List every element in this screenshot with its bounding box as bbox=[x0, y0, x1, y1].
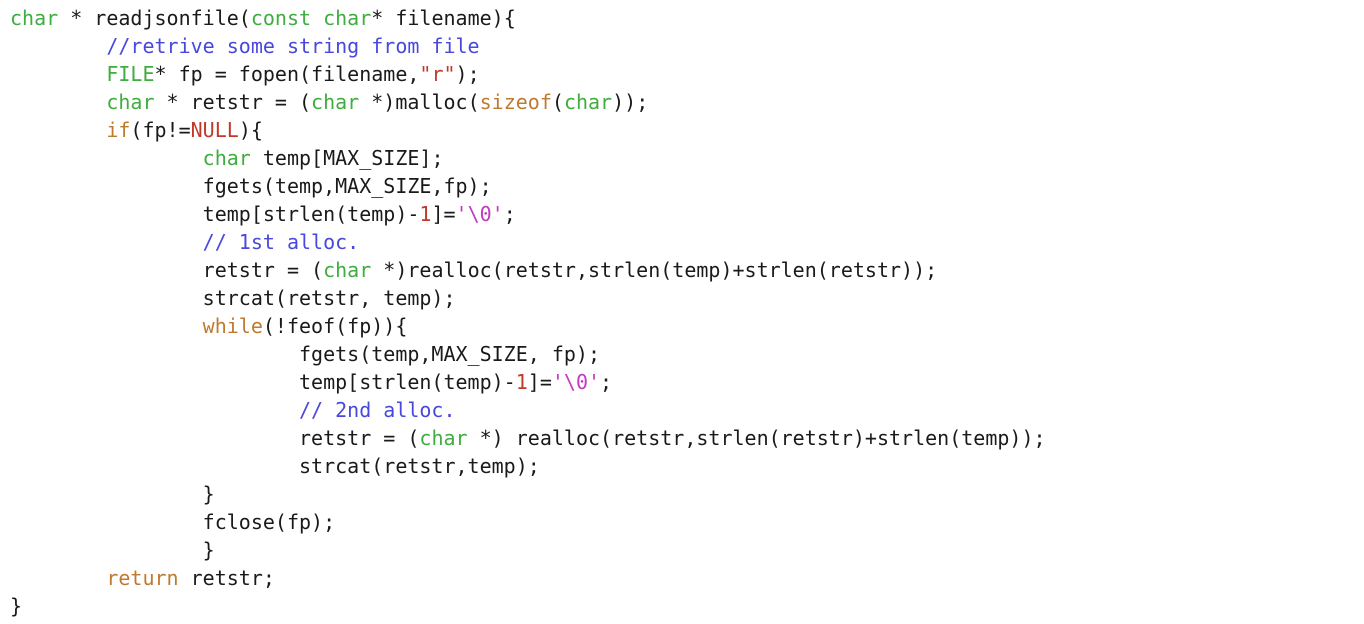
code-line: fgets(temp,MAX_SIZE, fp); bbox=[10, 340, 1364, 368]
code-line: temp[strlen(temp)-1]='\0'; bbox=[10, 200, 1364, 228]
code-text: ]= bbox=[431, 202, 456, 226]
code-text: } bbox=[10, 538, 215, 562]
constant: NULL bbox=[190, 118, 239, 142]
char-literal: '\0' bbox=[455, 202, 504, 226]
code-line: FILE* fp = fopen(filename,"r"); bbox=[10, 60, 1364, 88]
code-editor[interactable]: char * readjsonfile(const char* filename… bbox=[10, 4, 1364, 624]
code-text: ){ bbox=[238, 118, 263, 142]
code-text: ); bbox=[455, 62, 480, 86]
code-text: strcat(retstr,temp); bbox=[10, 454, 540, 478]
code-text: * filename){ bbox=[371, 6, 516, 30]
code-text: *)realloc(retstr,strlen(temp)+strlen(ret… bbox=[371, 258, 938, 282]
code-line: return retstr; bbox=[10, 564, 1364, 592]
code-text: *) realloc(retstr,strlen(retstr)+strlen(… bbox=[467, 426, 1046, 450]
code-text: * retstr = ( bbox=[154, 90, 312, 114]
code-text: fclose(fp); bbox=[10, 510, 336, 534]
control-keyword: while bbox=[202, 314, 263, 338]
code-text: * readjsonfile( bbox=[58, 6, 251, 30]
type-keyword: char bbox=[202, 146, 251, 170]
code-line: strcat(retstr, temp); bbox=[10, 284, 1364, 312]
control-keyword: sizeof bbox=[479, 90, 552, 114]
code-line: while(!feof(fp)){ bbox=[10, 312, 1364, 340]
code-text: (!feof(fp)){ bbox=[262, 314, 408, 338]
code-line: } bbox=[10, 592, 1364, 620]
control-keyword: if bbox=[106, 118, 131, 142]
type-keyword: char bbox=[563, 90, 613, 114]
number-literal: 1 bbox=[515, 370, 528, 394]
string-literal: "r" bbox=[419, 62, 456, 86]
control-keyword: return bbox=[106, 566, 179, 590]
code-text: ; bbox=[600, 370, 613, 394]
code-line: temp[strlen(temp)-1]='\0'; bbox=[10, 368, 1364, 396]
code-line: char * retstr = (char *)malloc(sizeof(ch… bbox=[10, 88, 1364, 116]
type-keyword: char bbox=[10, 6, 59, 30]
code-text: } bbox=[10, 594, 23, 618]
code-line: } bbox=[10, 536, 1364, 564]
code-text: fgets(temp,MAX_SIZE, fp); bbox=[10, 342, 601, 366]
code-text: retstr = ( bbox=[10, 258, 324, 282]
code-line: strcat(retstr,temp); bbox=[10, 452, 1364, 480]
code-text: )); bbox=[612, 90, 649, 114]
code-line: fgets(temp,MAX_SIZE,fp); bbox=[10, 172, 1364, 200]
code-line: char * readjsonfile(const char* filename… bbox=[10, 4, 1364, 32]
code-line: // 1st alloc. bbox=[10, 228, 1364, 256]
code-text: ; bbox=[503, 202, 516, 226]
code-text: ]= bbox=[527, 370, 552, 394]
code-text: retstr; bbox=[178, 566, 275, 590]
type-keyword: char bbox=[323, 258, 372, 282]
code-line: if(fp!=NULL){ bbox=[10, 116, 1364, 144]
code-line: fclose(fp); bbox=[10, 508, 1364, 536]
type-keyword: char bbox=[311, 90, 360, 114]
code-comment: // 1st alloc. bbox=[202, 230, 360, 254]
code-line: retstr = (char *) realloc(retstr,strlen(… bbox=[10, 424, 1364, 452]
code-text: strcat(retstr, temp); bbox=[10, 286, 456, 310]
code-text: ( bbox=[551, 90, 564, 114]
code-text: retstr = ( bbox=[10, 426, 420, 450]
code-text: fgets(temp,MAX_SIZE,fp); bbox=[10, 174, 492, 198]
type-keyword: const char bbox=[250, 6, 372, 30]
code-comment: //retrive some string from file bbox=[106, 34, 480, 58]
type-keyword: char bbox=[419, 426, 468, 450]
type-keyword: char bbox=[106, 90, 155, 114]
code-text: } bbox=[10, 482, 215, 506]
number-literal: 1 bbox=[419, 202, 432, 226]
code-line: } bbox=[10, 480, 1364, 508]
code-line: retstr = (char *)realloc(retstr,strlen(t… bbox=[10, 256, 1364, 284]
code-line: // 2nd alloc. bbox=[10, 396, 1364, 424]
type-keyword: FILE bbox=[106, 62, 155, 86]
code-text: temp[MAX_SIZE]; bbox=[250, 146, 444, 170]
code-text: * fp = fopen(filename, bbox=[154, 62, 420, 86]
code-text: temp[strlen(temp)- bbox=[10, 370, 516, 394]
char-literal: '\0' bbox=[551, 370, 601, 394]
code-comment: // 2nd alloc. bbox=[298, 398, 456, 422]
code-line: char temp[MAX_SIZE]; bbox=[10, 144, 1364, 172]
code-text: *)malloc( bbox=[359, 90, 480, 114]
code-text: (fp!= bbox=[130, 118, 191, 142]
code-block[interactable]: char * readjsonfile(const char* filename… bbox=[10, 4, 1364, 620]
code-text: temp[strlen(temp)- bbox=[10, 202, 420, 226]
code-line: //retrive some string from file bbox=[10, 32, 1364, 60]
